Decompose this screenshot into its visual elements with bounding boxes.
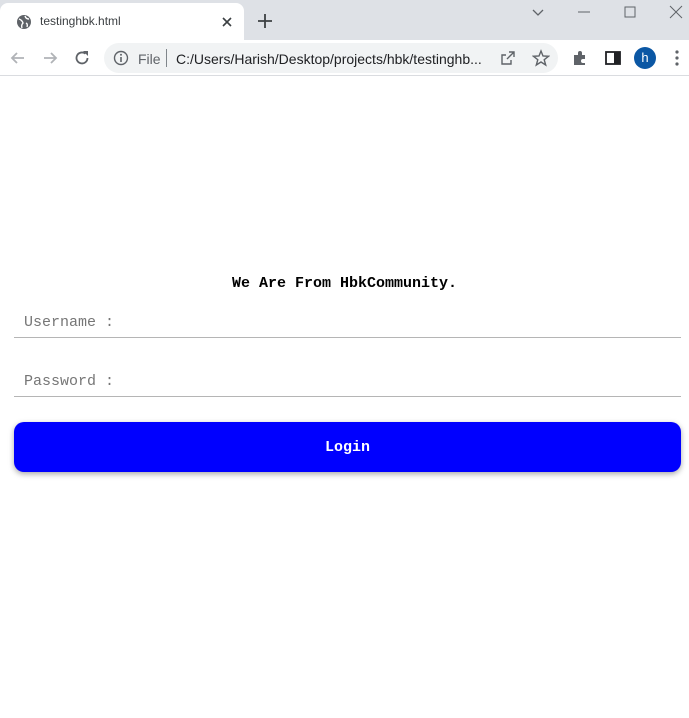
username-input[interactable] [14,308,681,338]
scheme-label: File [138,51,161,67]
tab-strip: testinghbk.html [0,0,689,40]
info-icon[interactable] [113,50,129,66]
address-divider [166,49,167,67]
globe-icon [17,15,31,29]
login-button[interactable]: Login [14,422,681,472]
url-text[interactable]: C:/Users/Harish/Desktop/projects/hbk/tes… [176,51,482,67]
menu-kebab-icon[interactable] [667,48,687,68]
browser-toolbar: File C:/Users/Harish/Desktop/projects/hb… [0,40,689,76]
profile-avatar[interactable]: h [634,47,656,69]
share-icon[interactable] [500,50,516,66]
password-input[interactable] [14,367,681,397]
extensions-puzzle-icon[interactable] [570,48,590,68]
tab-search-chevron-icon[interactable] [530,4,546,20]
maximize-icon[interactable] [622,4,638,20]
address-bar[interactable]: File C:/Users/Harish/Desktop/projects/hb… [104,43,558,73]
side-panel-icon[interactable] [603,48,623,68]
new-tab-icon[interactable] [257,13,273,29]
back-arrow-icon[interactable] [8,48,28,68]
close-tab-icon[interactable] [220,15,234,29]
tab-title: testinghbk.html [40,14,121,28]
bookmark-star-icon[interactable] [532,49,550,67]
reload-icon[interactable] [72,48,92,68]
forward-arrow-icon[interactable] [40,48,60,68]
page-heading: We Are From HbkCommunity. [231,275,458,292]
browser-tab[interactable]: testinghbk.html [0,3,244,40]
close-window-icon[interactable] [668,4,684,20]
minimize-icon[interactable] [576,4,592,20]
